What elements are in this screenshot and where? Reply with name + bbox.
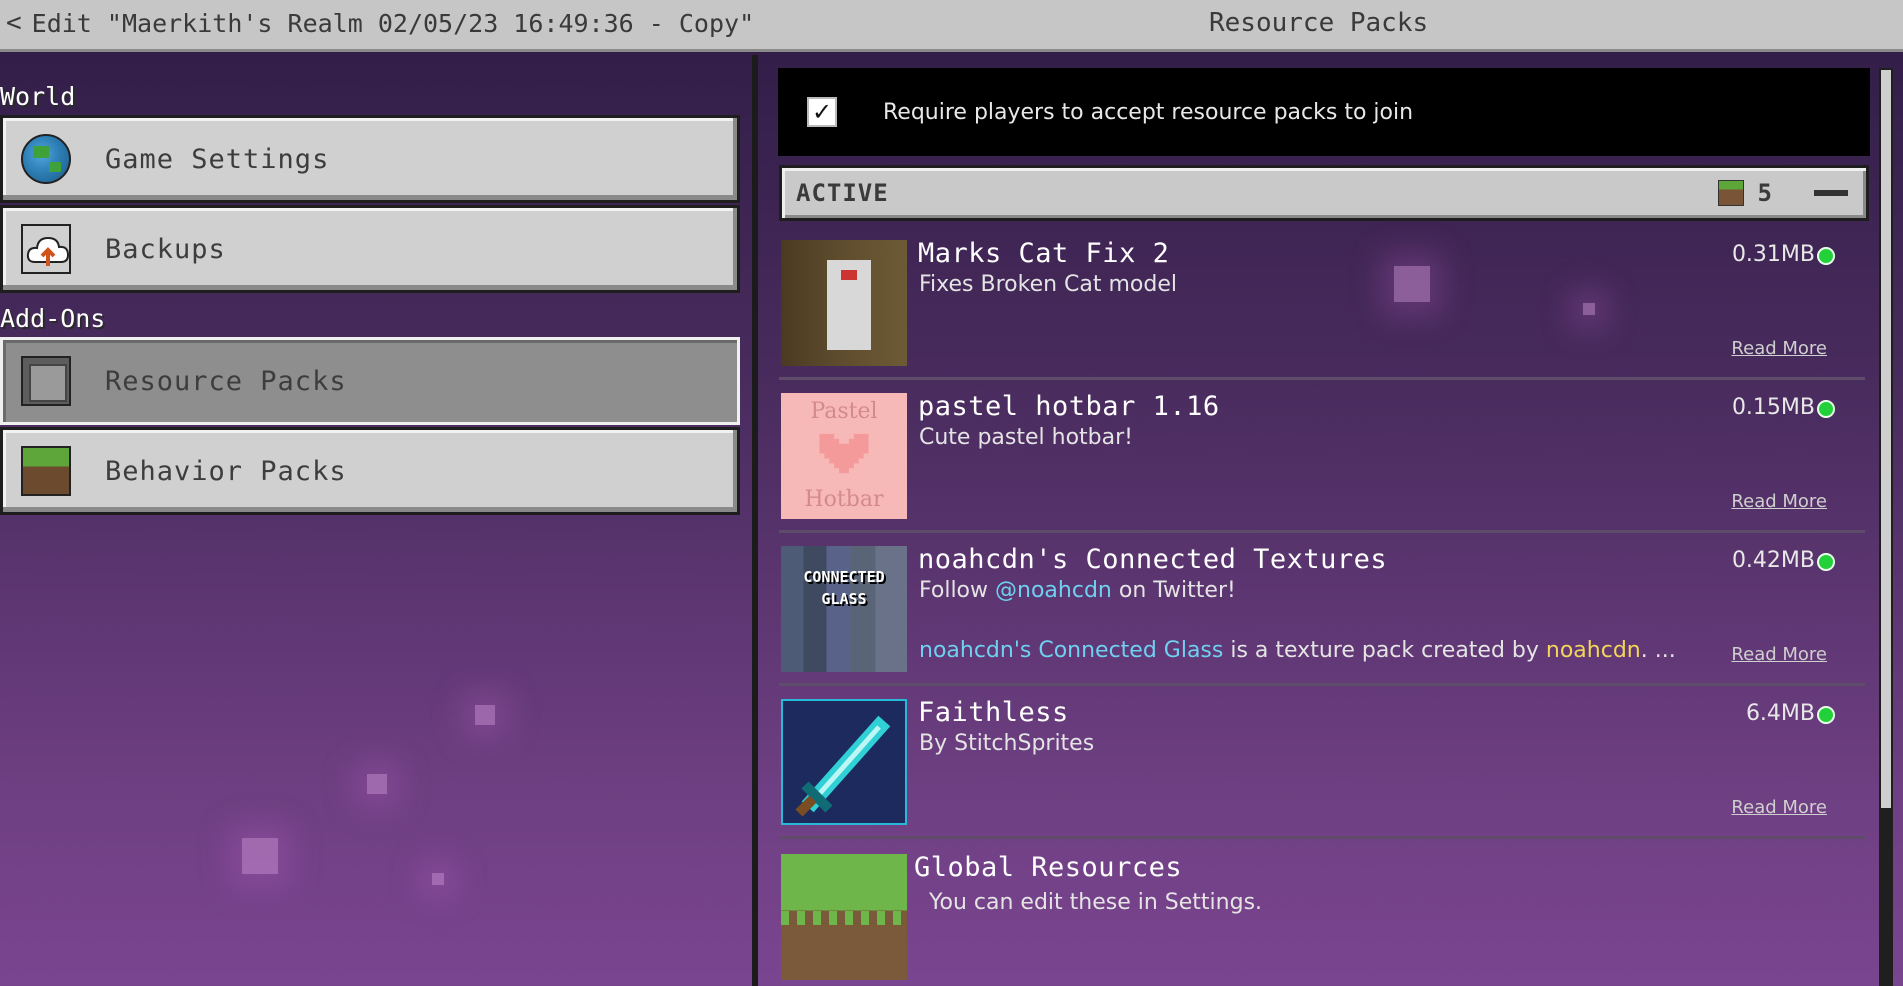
pack-thumbnail (781, 240, 907, 366)
pack-size: 0.42MB (1731, 548, 1815, 573)
pack-name: Global Resources (914, 852, 1183, 883)
grass-block-icon (21, 446, 71, 496)
resource-pack-icon (21, 356, 71, 406)
page-title: Resource Packs (1209, 8, 1429, 38)
pack-item-pastel-hotbar[interactable]: Pastel Hotbar pastel hotbar 1.16 Cute pa… (779, 383, 1865, 533)
pack-item-marks-cat-fix[interactable]: Marks Cat Fix 2 Fixes Broken Cat model 0… (779, 230, 1865, 380)
pack-item-global-resources[interactable]: Global Resources You can edit these in S… (779, 844, 1865, 986)
grass-block-icon (1717, 180, 1744, 206)
pack-name: Marks Cat Fix 2 (918, 238, 1170, 269)
read-more-link[interactable]: Read More (1731, 491, 1827, 512)
section-label-world: World (0, 82, 76, 111)
read-more-link[interactable]: Read More (1731, 338, 1827, 359)
back-button[interactable]: < Edit "Maerkith's Realm 02/05/23 16:49:… (6, 6, 754, 40)
diamond-sword-icon (795, 715, 891, 817)
sidebar-item-resource-packs[interactable]: Resource Packs (0, 337, 740, 425)
active-section-header[interactable]: ACTIVE 5 (779, 165, 1869, 221)
heart-icon (819, 433, 869, 479)
globe-icon (21, 134, 71, 184)
active-pack-count: 5 (1757, 179, 1772, 207)
pack-description: Cute pastel hotbar! (919, 425, 1133, 450)
pack-thumbnail: Pastel Hotbar (781, 393, 907, 519)
sidebar-item-label: Resource Packs (105, 365, 347, 397)
sidebar-item-label: Backups (105, 233, 226, 265)
thumbnail-text: CONNECTED GLASS (803, 568, 885, 608)
top-bar: < Edit "Maerkith's Realm 02/05/23 16:49:… (0, 0, 1903, 52)
pack-thumbnail (781, 699, 907, 825)
active-status-icon (1817, 706, 1835, 724)
pack-thumbnail: CONNECTED GLASS (781, 546, 907, 672)
scrollbar-thumb[interactable] (1881, 70, 1891, 808)
chevron-left-icon: < (6, 8, 22, 38)
pack-name: Faithless (918, 697, 1069, 728)
read-more-link[interactable]: Read More (1731, 644, 1827, 665)
active-section-label: ACTIVE (796, 179, 889, 207)
active-status-icon (1817, 553, 1835, 571)
pack-item-connected-textures[interactable]: CONNECTED GLASS noahcdn's Connected Text… (779, 536, 1865, 686)
require-accept-row[interactable]: ✓ Require players to accept resource pac… (778, 68, 1870, 156)
thumbnail-text: Pastel (810, 399, 878, 424)
sidebar-item-label: Game Settings (105, 143, 330, 175)
sidebar-item-behavior-packs[interactable]: Behavior Packs (0, 427, 740, 515)
checkmark-icon: ✓ (811, 98, 833, 126)
minus-icon[interactable] (1814, 190, 1848, 196)
pack-size: 6.4MB (1745, 701, 1815, 726)
back-label: Edit "Maerkith's Realm 02/05/23 16:49:36… (31, 8, 755, 38)
thumbnail-text: Hotbar (804, 487, 884, 512)
pack-name: pastel hotbar 1.16 (918, 391, 1220, 422)
pack-item-faithless[interactable]: Faithless By StitchSprites 6.4MB Read Mo… (779, 689, 1865, 839)
active-status-icon (1817, 400, 1835, 418)
pack-description: You can edit these in Settings. (929, 890, 1263, 915)
pack-name: noahcdn's Connected Textures (918, 544, 1388, 575)
section-label-addons: Add-Ons (0, 304, 106, 333)
read-more-link[interactable]: Read More (1731, 797, 1827, 818)
pack-description: Fixes Broken Cat model (919, 272, 1178, 297)
active-status-icon (1817, 247, 1835, 265)
sidebar-item-backups[interactable]: Backups (0, 205, 740, 293)
sidebar-item-label: Behavior Packs (105, 455, 347, 487)
require-accept-checkbox[interactable]: ✓ (807, 97, 837, 127)
grass-block-icon (781, 854, 907, 980)
pack-size: 0.15MB (1731, 395, 1815, 420)
require-accept-label: Require players to accept resource packs… (883, 99, 1414, 125)
cloud-upload-icon (21, 224, 71, 274)
pack-description: Follow @noahcdn on Twitter! (919, 578, 1236, 603)
pack-description-extended: noahcdn's Connected Glass is a texture p… (919, 638, 1676, 663)
sidebar-item-game-settings[interactable]: Game Settings (0, 115, 740, 203)
pack-size: 0.31MB (1731, 242, 1815, 267)
pack-description: By StitchSprites (919, 731, 1095, 756)
